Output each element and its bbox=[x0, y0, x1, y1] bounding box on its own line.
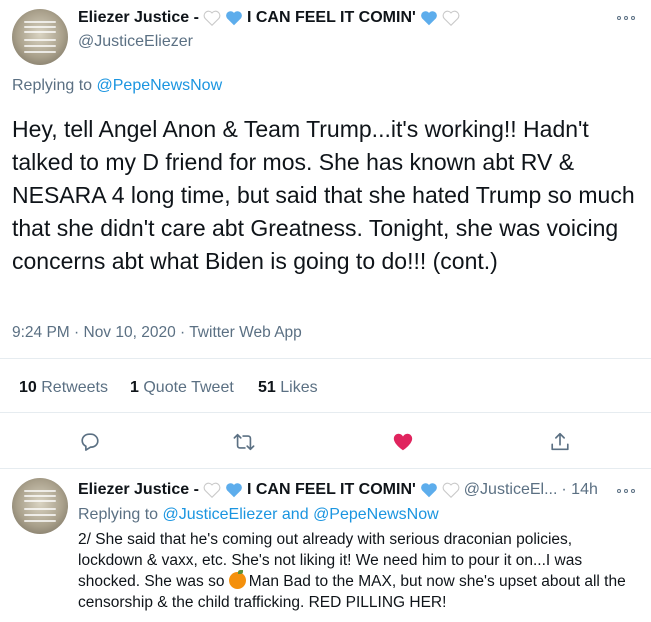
quotes-label: Quote Tweet bbox=[143, 379, 234, 396]
more-dots-icon[interactable] bbox=[617, 16, 635, 20]
blue-heart-emoji bbox=[420, 11, 437, 26]
replying-to: Replying to @PepeNewsNow bbox=[12, 77, 222, 95]
divider bbox=[0, 358, 651, 359]
reply-time[interactable]: · 14h bbox=[561, 481, 597, 499]
orange-emoji bbox=[228, 570, 246, 589]
author-name[interactable]: Eliezer Justice - bbox=[78, 481, 199, 499]
replying-and: and bbox=[281, 506, 309, 523]
reply-author-line: Eliezer Justice - I CAN FEEL IT COMIN' @… bbox=[78, 481, 598, 499]
retweets-count: 10 bbox=[19, 379, 37, 396]
author-name-suffix: I CAN FEEL IT COMIN' bbox=[246, 481, 416, 498]
avatar[interactable] bbox=[12, 9, 68, 65]
replying-to-link[interactable]: @PepeNewsNow bbox=[97, 77, 223, 94]
reply-replying-to: Replying to @JusticeEliezer and @PepeNew… bbox=[78, 506, 439, 524]
author-name-suffix: I CAN FEEL IT COMIN' bbox=[246, 9, 416, 26]
divider bbox=[0, 412, 651, 413]
white-heart-emoji bbox=[442, 10, 460, 26]
avatar[interactable] bbox=[12, 478, 68, 534]
blue-heart-emoji bbox=[420, 483, 437, 498]
like-heart-icon[interactable] bbox=[392, 431, 414, 453]
reply-icon[interactable] bbox=[79, 431, 101, 453]
author-name[interactable]: Eliezer Justice - bbox=[78, 9, 199, 27]
tweet-timestamp[interactable]: 9:24 PM · Nov 10, 2020 · Twitter Web App bbox=[12, 324, 302, 342]
divider bbox=[0, 468, 651, 469]
tweet-text: Hey, tell Angel Anon & Team Trump...it's… bbox=[12, 116, 635, 274]
blue-heart-emoji bbox=[226, 483, 242, 498]
replying-to-link[interactable]: @PepeNewsNow bbox=[313, 506, 439, 523]
replying-label: Replying to bbox=[78, 506, 159, 523]
reply-handle[interactable]: @JusticeEl... bbox=[464, 481, 558, 499]
replying-label: Replying to bbox=[12, 77, 93, 94]
white-heart-emoji bbox=[442, 482, 460, 498]
quotes-count: 1 bbox=[130, 379, 139, 396]
quotes-stat[interactable]: 1 Quote Tweet bbox=[130, 379, 234, 397]
white-heart-emoji bbox=[203, 482, 221, 498]
retweets-label: Retweets bbox=[41, 379, 108, 396]
likes-count: 51 bbox=[258, 379, 276, 396]
likes-stat[interactable]: 51 Likes bbox=[258, 379, 318, 397]
retweet-icon[interactable] bbox=[233, 431, 255, 453]
replying-to-link[interactable]: @JusticeEliezer bbox=[163, 506, 278, 523]
reply-text: 2/ She said that he's coming out already… bbox=[78, 529, 638, 613]
author-line: Eliezer Justice - I CAN FEEL IT COMIN' bbox=[78, 9, 460, 27]
likes-label: Likes bbox=[280, 379, 318, 396]
author-handle[interactable]: @JusticeEliezer bbox=[78, 33, 193, 51]
white-heart-emoji bbox=[203, 10, 221, 26]
retweets-stat[interactable]: 10 Retweets bbox=[19, 379, 108, 397]
share-icon[interactable] bbox=[549, 431, 571, 453]
more-dots-icon[interactable] bbox=[617, 489, 635, 493]
blue-heart-emoji bbox=[226, 11, 242, 26]
